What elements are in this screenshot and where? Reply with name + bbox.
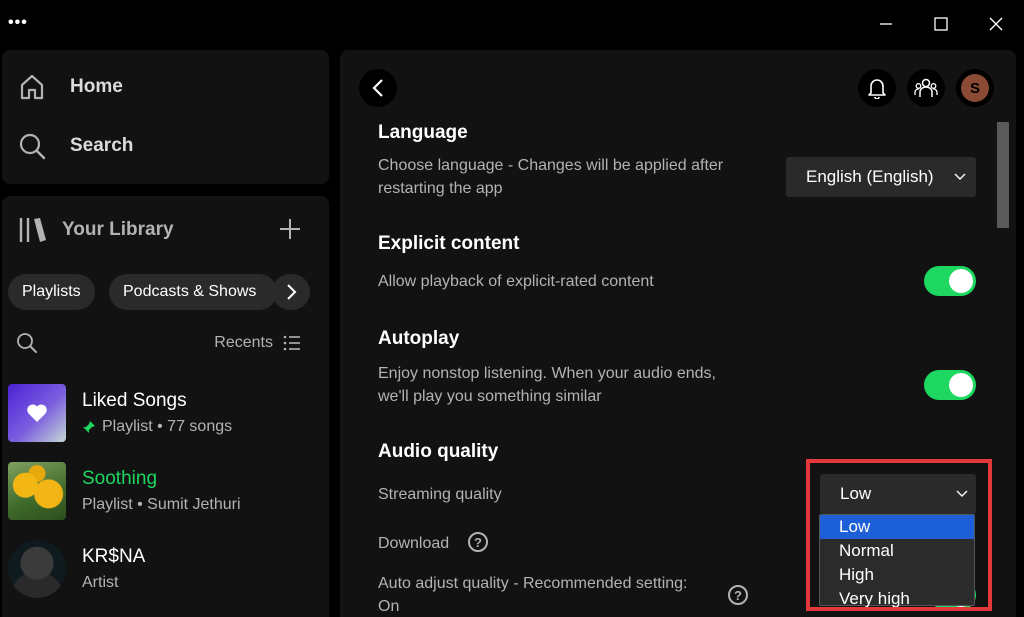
library-header[interactable]: Your Library [18, 216, 174, 244]
streaming-quality-dropdown: Low Normal High Very high [819, 514, 975, 608]
library-item-title: Soothing [82, 468, 158, 489]
library-item-soothing[interactable]: Soothing Playlist • Sumit Jethuri [8, 462, 241, 520]
friend-activity-button[interactable] [907, 69, 945, 107]
filter-chip-playlists[interactable]: Playlists [8, 274, 95, 310]
minimize-icon [880, 23, 892, 25]
nav-home-label: Home [70, 76, 123, 97]
notifications-button[interactable] [858, 69, 896, 107]
avatar-initial: S [961, 74, 989, 102]
chevron-down-icon [956, 490, 968, 497]
maximize-icon [934, 17, 948, 31]
search-icon [19, 133, 46, 160]
minimize-button[interactable] [872, 10, 900, 38]
chevron-right-icon [287, 284, 297, 300]
library-item-title: Liked Songs [82, 390, 187, 411]
bell-icon [868, 79, 886, 99]
streaming-quality-select[interactable]: Low [820, 474, 976, 514]
nav-search-label: Search [70, 135, 134, 156]
sort-recents-button[interactable]: Recents [214, 334, 301, 352]
dropdown-option-very-high[interactable]: Very high [820, 587, 974, 611]
help-icon[interactable]: ? [468, 532, 488, 552]
autoplay-title: Autoplay [378, 328, 460, 349]
app-menu-button[interactable]: ••• [8, 14, 28, 32]
close-icon [989, 17, 1003, 31]
heart-icon [27, 404, 47, 422]
dropdown-option-low[interactable]: Low [820, 515, 974, 539]
chip-scroll-right-button[interactable] [272, 274, 310, 310]
streaming-quality-label: Streaming quality [378, 486, 502, 503]
user-avatar-button[interactable]: S [956, 69, 994, 107]
language-title: Language [378, 122, 468, 143]
library-item-subtitle: Playlist • 77 songs [102, 418, 233, 435]
maximize-button[interactable] [927, 10, 955, 38]
title-bar: ••• [0, 0, 1024, 48]
explicit-content-title: Explicit content [378, 233, 520, 254]
chevron-down-icon [948, 173, 968, 181]
nav-panel: Home Search [2, 50, 329, 184]
explicit-content-toggle[interactable] [924, 266, 976, 296]
friends-icon [914, 78, 938, 97]
library-search-icon[interactable] [16, 332, 38, 354]
list-view-icon [283, 335, 300, 351]
close-button[interactable] [982, 10, 1010, 38]
plus-icon[interactable] [277, 216, 303, 242]
library-icon [19, 218, 46, 242]
library-item-subtitle: Playlist • Sumit Jethuri [82, 496, 241, 513]
library-item-subtitle: Artist [82, 574, 119, 591]
sort-label: Recents [214, 334, 273, 351]
auto-adjust-label: Auto adjust quality - Recommended settin… [378, 575, 688, 615]
library-item-title: KR$NA [82, 546, 146, 567]
autoplay-toggle[interactable] [924, 370, 976, 400]
language-select[interactable]: English (English) [786, 157, 976, 197]
soothing-cover [8, 462, 66, 520]
scrollbar-thumb[interactable] [997, 122, 1009, 228]
pin-icon [83, 421, 95, 433]
autoplay-description: Enjoy nonstop listening. When your audio… [378, 365, 716, 405]
library-item-liked-songs[interactable]: Liked Songs Playlist • 77 songs [8, 384, 232, 442]
language-value: English (English) [806, 167, 934, 186]
dropdown-option-normal[interactable]: Normal [820, 539, 974, 563]
back-button[interactable] [359, 69, 397, 107]
help-icon[interactable]: ? [728, 585, 748, 605]
library-item-krsna[interactable]: KR$NA Artist [8, 540, 145, 598]
download-label: Download [378, 535, 450, 552]
nav-home[interactable]: Home [18, 73, 123, 101]
dropdown-option-high[interactable]: High [820, 563, 974, 587]
nav-search[interactable]: Search [18, 132, 133, 160]
library-title: Your Library [62, 219, 174, 240]
streaming-quality-value: Low [840, 484, 872, 503]
audio-quality-title: Audio quality [378, 441, 499, 462]
liked-songs-cover [8, 384, 66, 442]
language-description: Choose language - Changes will be applie… [378, 157, 724, 197]
filter-chip-podcasts[interactable]: Podcasts & Shows [109, 274, 277, 310]
artist-avatar [8, 540, 66, 598]
home-icon [20, 74, 44, 100]
library-panel: Your Library Playlists Podcasts & Shows … [2, 196, 329, 617]
explicit-content-description: Allow playback of explicit-rated content [378, 273, 654, 290]
chevron-left-icon [372, 79, 383, 97]
